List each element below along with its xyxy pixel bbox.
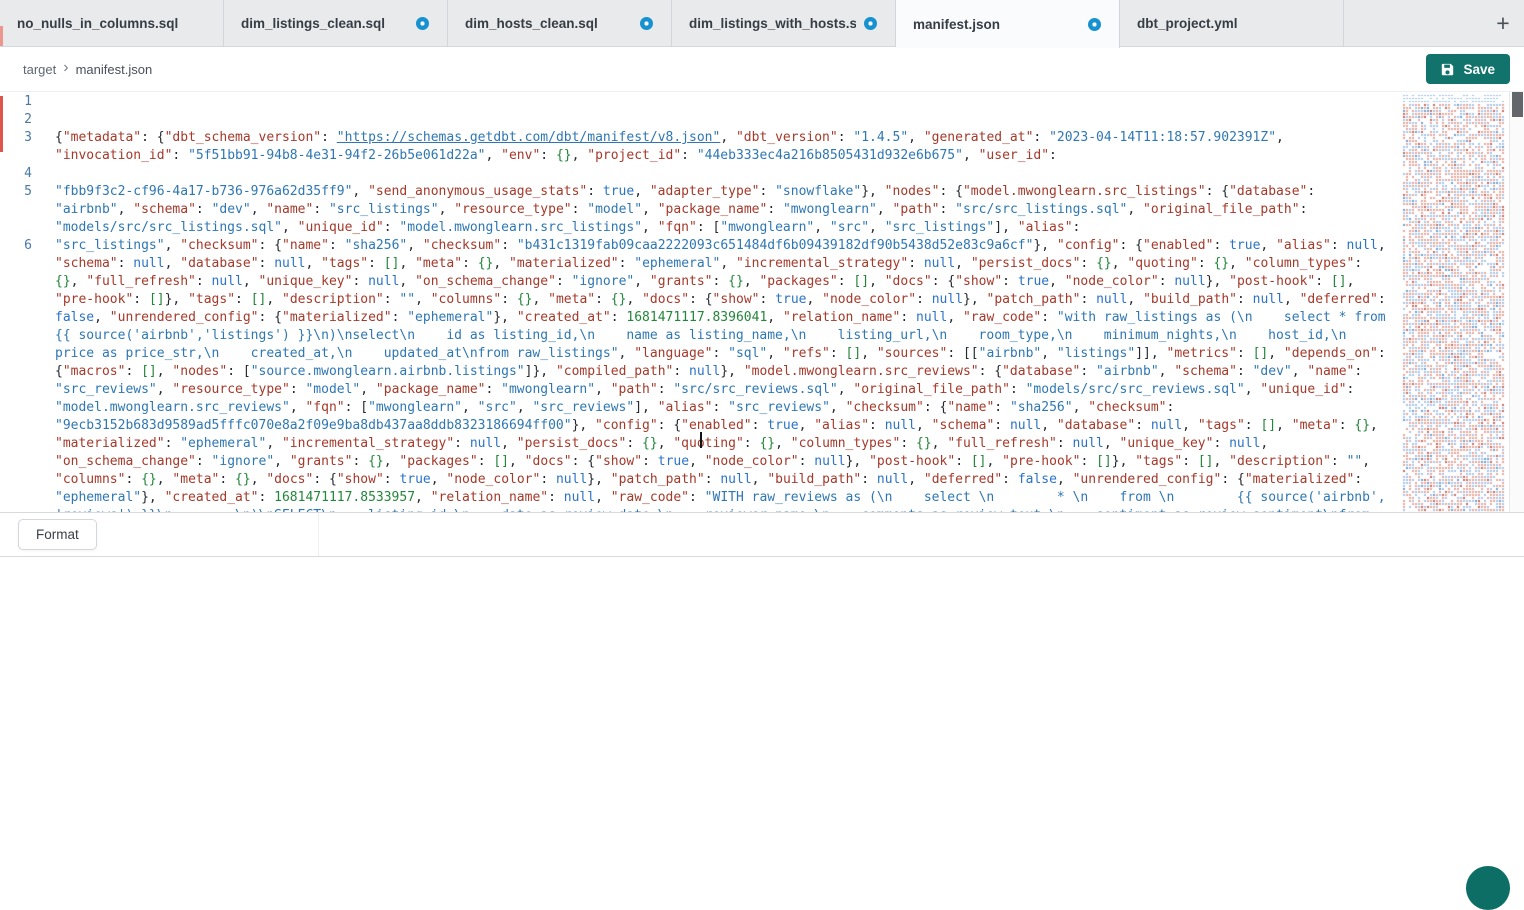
results-pane: [0, 557, 1524, 875]
line-number: 4: [0, 165, 42, 183]
modified-dot-icon[interactable]: [640, 17, 653, 30]
floppy-disk-icon: [1441, 63, 1454, 76]
code-lines: 1 2 3 {"metadata": {"dbt_schema_version"…: [0, 93, 1401, 512]
ide-window: no_nulls_in_columns.sql dim_listings_cle…: [0, 0, 1524, 875]
tab-dbt-project-yml[interactable]: dbt_project.yml: [1120, 0, 1344, 46]
modified-dot-icon[interactable]: [416, 17, 429, 30]
tab-label: manifest.json: [913, 17, 1080, 32]
line-number: 6: [0, 237, 42, 255]
breadcrumb: target › manifest.json: [23, 62, 152, 77]
code-area[interactable]: 1 2 3 {"metadata": {"dbt_schema_version"…: [0, 92, 1401, 512]
chat-widget-button[interactable]: [1466, 866, 1510, 910]
save-label: Save: [1463, 62, 1495, 77]
tab-manifest-json[interactable]: manifest.json: [896, 0, 1120, 48]
code-line: 1: [0, 93, 1401, 111]
tab-label: dim_listings_with_hosts.sql: [689, 16, 856, 31]
tab-label: dim_hosts_clean.sql: [465, 16, 632, 31]
code-text[interactable]: [42, 93, 1401, 111]
vertical-scrollbar[interactable]: [1509, 92, 1524, 512]
code-text[interactable]: "src_listings", "checksum": {"name": "sh…: [42, 237, 1401, 512]
minimap-canvas: [1401, 92, 1509, 512]
line-number: 1: [0, 93, 42, 111]
tab-label: dim_listings_clean.sql: [241, 16, 408, 31]
scrollbar-thumb[interactable]: [1512, 92, 1523, 117]
breadcrumb-folder: target: [23, 62, 56, 77]
modified-dot-icon[interactable]: [864, 17, 877, 30]
new-tab-button[interactable]: +: [1489, 8, 1517, 38]
code-line: 6 "src_listings", "checksum": {"name": "…: [0, 237, 1401, 512]
tab-bar: no_nulls_in_columns.sql dim_listings_cle…: [0, 0, 1524, 47]
tab-no-nulls-in-columns-sql[interactable]: no_nulls_in_columns.sql: [0, 0, 224, 46]
code-line: 3 {"metadata": {"dbt_schema_version": "h…: [0, 129, 1401, 165]
left-edge-artifact: [0, 96, 3, 152]
format-bar-divider: [318, 513, 319, 556]
line-number: 5: [0, 183, 42, 201]
code-line: 4: [0, 165, 1401, 183]
tab-dim-hosts-clean-sql[interactable]: dim_hosts_clean.sql: [448, 0, 672, 46]
code-text[interactable]: [42, 165, 1401, 183]
code-editor: 1 2 3 {"metadata": {"dbt_schema_version"…: [0, 91, 1524, 512]
minimap[interactable]: [1401, 92, 1509, 512]
code-line: 5 "fbb9f3c2-cf96-4a17-b736-976a62d35ff9"…: [0, 183, 1401, 237]
left-edge-artifact: [0, 26, 3, 46]
format-button[interactable]: Format: [18, 519, 97, 550]
modified-dot-icon[interactable]: [1088, 18, 1101, 31]
code-text[interactable]: [42, 111, 1401, 129]
code-text[interactable]: "fbb9f3c2-cf96-4a17-b736-976a62d35ff9", …: [42, 183, 1401, 237]
save-button[interactable]: Save: [1426, 54, 1510, 84]
code-line: 2: [0, 111, 1401, 129]
tab-dim-listings-with-hosts-sql[interactable]: dim_listings_with_hosts.sql: [672, 0, 896, 46]
tab-dim-listings-clean-sql[interactable]: dim_listings_clean.sql: [224, 0, 448, 46]
tab-label: no_nulls_in_columns.sql: [17, 16, 205, 31]
format-bar: Format: [0, 512, 1524, 557]
chevron-right-icon: ›: [63, 60, 68, 76]
breadcrumb-toolbar: target › manifest.json Save: [0, 47, 1524, 91]
line-number: 3: [0, 129, 42, 147]
breadcrumb-file: manifest.json: [76, 62, 153, 77]
tab-label: dbt_project.yml: [1137, 16, 1325, 31]
plus-icon: +: [1496, 10, 1509, 37]
code-text[interactable]: {"metadata": {"dbt_schema_version": "htt…: [42, 129, 1401, 165]
text-caret: [700, 432, 702, 448]
line-number: 2: [0, 111, 42, 129]
